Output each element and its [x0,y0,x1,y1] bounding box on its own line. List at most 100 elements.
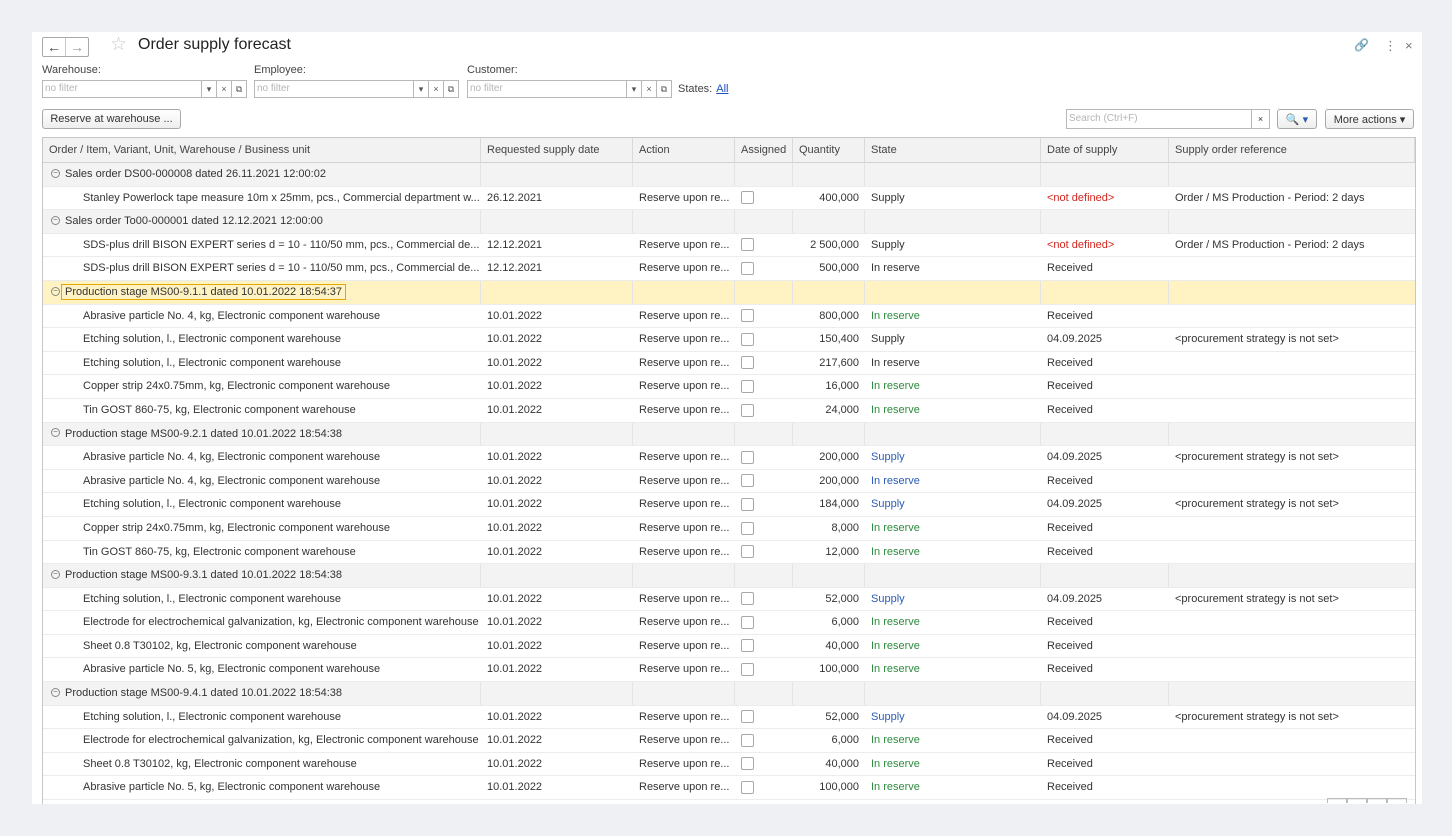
table-row[interactable]: Tin GOST 860-75, kg, Electronic componen… [43,399,1415,423]
pager-cell[interactable] [1367,798,1387,803]
state-cell: In reserve [871,521,920,534]
assigned-checkbox[interactable] [741,261,754,275]
assigned-checkbox[interactable] [741,521,754,535]
table-row[interactable]: Etching solution, l., Electronic compone… [43,706,1415,730]
date-cell: 10.01.2022 [487,592,543,605]
link-icon[interactable]: 🔗 [1354,38,1369,52]
employee-clear-button[interactable]: × [429,80,444,98]
group-row[interactable]: − Sales order DS00-000008 dated 26.11.202… [43,163,1415,187]
table-row[interactable]: Abrasive particle No. 4, kg, Electronic … [43,446,1415,470]
assigned-checkbox[interactable] [741,545,754,559]
collapse-icon[interactable]: − [51,168,60,178]
group-cell [1169,564,1415,587]
table-row[interactable]: SDS-plus drill BISON EXPERT series d = 1… [43,234,1415,258]
assigned-checkbox[interactable] [741,309,754,323]
column-header[interactable]: Assigned [735,138,793,162]
assigned-checkbox[interactable] [741,379,754,393]
customer-input[interactable]: no filter [467,80,627,98]
column-header[interactable]: Order / Item, Variant, Unit, Warehouse /… [43,138,481,162]
favorite-star-icon[interactable]: ☆ [110,34,127,56]
column-header[interactable]: Requested supply date [481,138,633,162]
employee-input[interactable]: no filter [254,80,414,98]
assigned-checkbox[interactable] [741,615,754,629]
assigned-checkbox[interactable] [741,332,754,346]
group-row[interactable]: − Production stage MS00-9.2.1 dated 10.01… [43,422,1415,447]
assigned-checkbox[interactable] [741,757,754,771]
customer-clear-button[interactable]: × [642,80,657,98]
employee-dropdown-button[interactable]: ▾ [414,80,429,98]
table-row[interactable]: Copper strip 24x0.75mm, kg, Electronic c… [43,517,1415,541]
assigned-checkbox[interactable] [741,497,754,511]
supply-date-cell: 04.09.2025 [1047,451,1103,464]
assigned-checkbox[interactable] [741,639,754,653]
table-row[interactable]: Abrasive particle No. 5, kg, Electronic … [43,658,1415,683]
column-header[interactable]: Quantity [793,138,865,162]
ref-cell: <procurement strategy is not set> [1175,333,1339,346]
forward-button[interactable]: → [65,38,88,56]
search-button[interactable]: 🔍 ▾ [1277,109,1317,129]
table-row[interactable]: Abrasive particle No. 4, kg, Electronic … [43,470,1415,494]
table-row[interactable]: Electrode for electrochemical galvanizat… [43,611,1415,635]
collapse-icon[interactable]: − [51,428,60,438]
assigned-checkbox[interactable] [741,663,754,677]
table-row[interactable]: Stanley Powerlock tape measure 10m x 25m… [43,187,1415,211]
assigned-checkbox[interactable] [741,710,754,724]
warehouse-input[interactable]: no filter [42,80,202,98]
qty-cell: 16,000 [825,380,859,393]
search-input[interactable]: Search (Ctrl+F) [1066,109,1252,129]
table-row[interactable]: Etching solution, l., Electronic compone… [43,328,1415,352]
table-row[interactable]: Sheet 0.8 T30102, kg, Electronic compone… [43,753,1415,777]
more-actions-button[interactable]: More actions ▾ [1325,109,1414,129]
customer-dropdown-button[interactable]: ▾ [627,80,642,98]
assigned-checkbox[interactable] [741,733,754,747]
table-row[interactable]: SDS-plus drill BISON EXPERT series d = 1… [43,257,1415,281]
column-header[interactable]: Date of supply [1041,138,1169,162]
group-row[interactable]: − Production stage MS00-9.3.1 dated 10.01… [43,564,1415,588]
table-row[interactable]: Tin GOST 860-75, kg, Electronic componen… [43,541,1415,565]
group-row[interactable]: − Production stage MS00-9.1.1 dated 10.01… [43,280,1415,305]
assigned-checkbox[interactable] [741,238,754,252]
assigned-checkbox[interactable] [741,356,754,370]
more-vertical-icon[interactable]: ⋮ [1384,38,1397,54]
employee-open-button[interactable]: ⧉ [444,80,459,98]
column-header[interactable]: Action [633,138,735,162]
table-row[interactable]: Electrode for electrochemical galvanizat… [43,729,1415,753]
assigned-checkbox[interactable] [741,781,754,795]
table-row[interactable]: Abrasive particle No. 5, kg, Electronic … [43,776,1415,801]
warehouse-dropdown-button[interactable]: ▾ [202,80,217,98]
back-button[interactable]: ← [43,38,65,56]
assigned-checkbox[interactable] [741,403,754,417]
reserve-at-warehouse-button[interactable]: Reserve at warehouse ... [42,109,181,129]
table-row[interactable]: Abrasive particle No. 4, kg, Electronic … [43,305,1415,329]
assigned-checkbox[interactable] [741,474,754,488]
column-header[interactable]: State [865,138,1041,162]
state-cell: In reserve [871,734,920,747]
pager-cell[interactable] [1327,798,1347,803]
collapse-icon[interactable]: − [51,215,60,225]
collapse-icon[interactable]: − [51,569,60,579]
warehouse-clear-button[interactable]: × [217,80,232,98]
table-row[interactable]: Copper strip 24x0.75mm, kg, Electronic c… [43,375,1415,399]
table-row[interactable]: Etching solution, l., Electronic compone… [43,352,1415,376]
assigned-checkbox[interactable] [741,450,754,464]
collapse-icon[interactable]: − [51,687,60,697]
assigned-checkbox[interactable] [741,191,754,205]
pager-cell[interactable] [1347,798,1367,803]
search-clear-button[interactable]: × [1252,109,1270,129]
group-row[interactable]: − Production stage MS00-9.4.1 dated 10.01… [43,682,1415,706]
warehouse-open-button[interactable]: ⧉ [232,80,247,98]
table-row[interactable]: Etching solution, l., Electronic compone… [43,493,1415,517]
action-cell: Reserve upon re... [639,333,730,346]
customer-open-button[interactable]: ⧉ [657,80,672,98]
qty-cell: 6,000 [831,616,859,629]
assigned-checkbox[interactable] [741,592,754,606]
collapse-icon[interactable]: − [51,286,60,296]
table-row[interactable]: Etching solution, l., Electronic compone… [43,588,1415,612]
states-all-link[interactable]: All [716,83,728,95]
table-row[interactable]: Sheet 0.8 T30102, kg, Electronic compone… [43,635,1415,659]
state-cell: In reserve [871,309,920,322]
close-icon[interactable]: × [1405,38,1413,53]
pager-cell[interactable] [1387,798,1407,803]
column-header[interactable]: Supply order reference [1169,138,1415,162]
group-row[interactable]: − Sales order To00-000001 dated 12.12.202… [43,210,1415,234]
